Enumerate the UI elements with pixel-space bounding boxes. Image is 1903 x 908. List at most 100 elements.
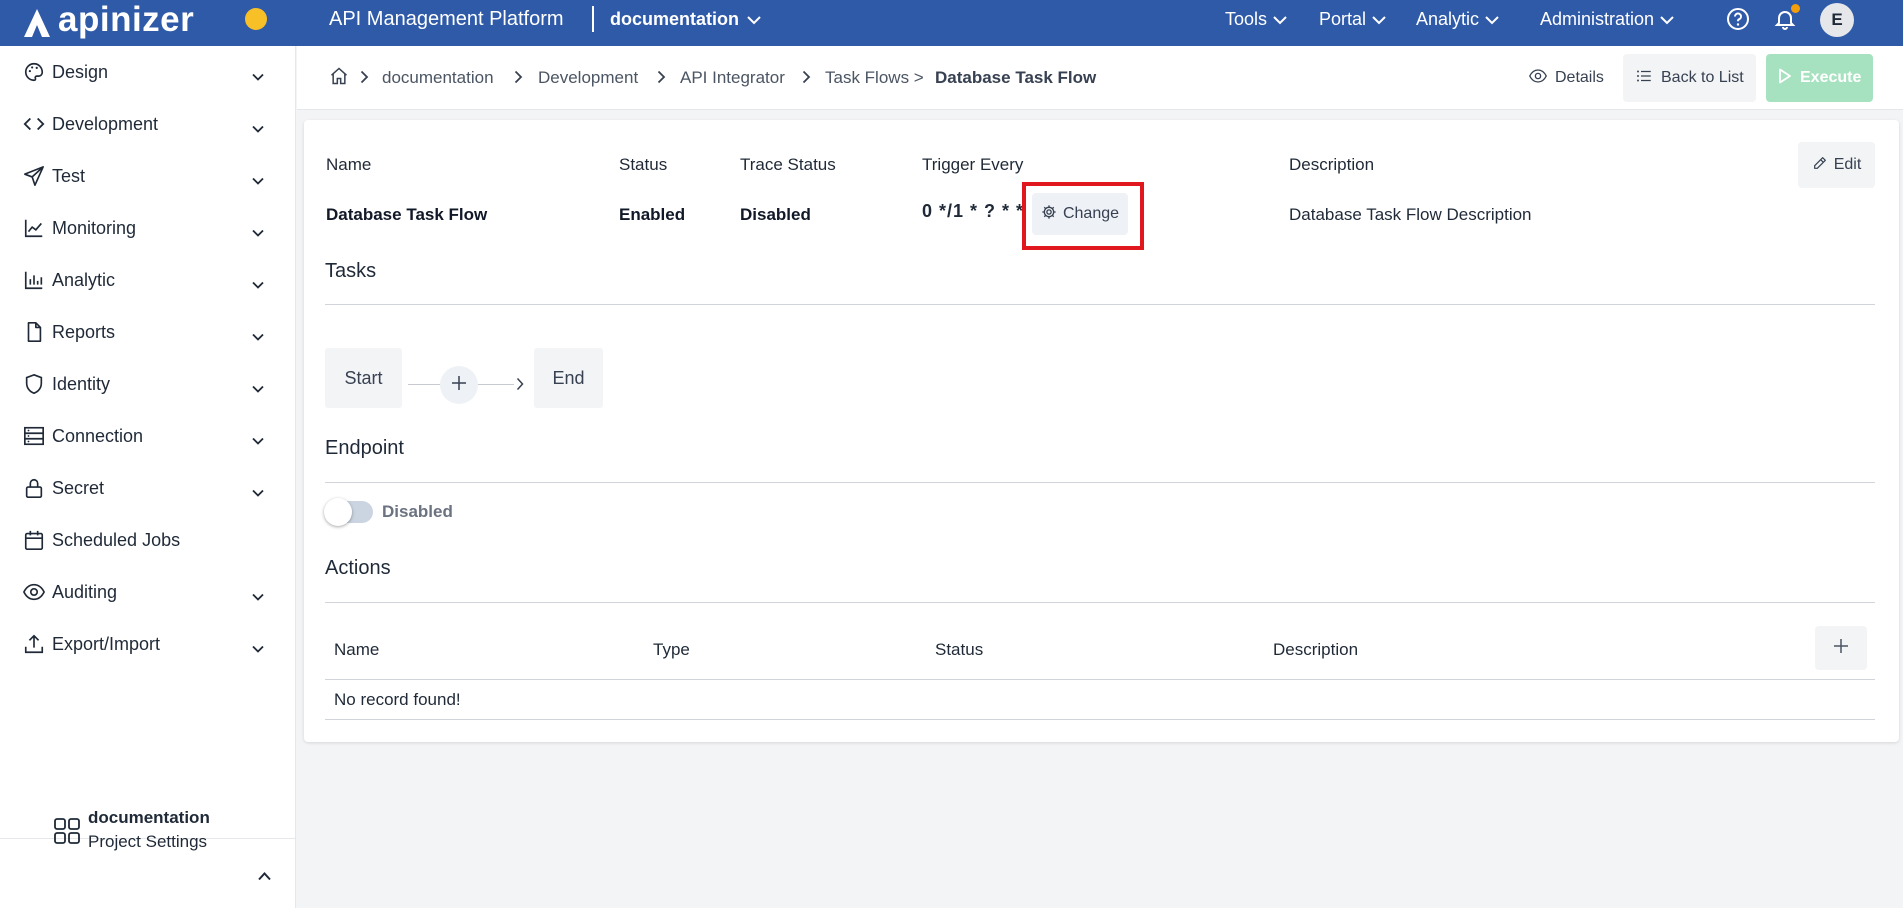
sidebar-item-label: Auditing <box>52 581 118 602</box>
sidebar-item-design[interactable]: Design <box>0 50 296 94</box>
breadcrumb-item[interactable]: API Integrator <box>680 68 785 88</box>
chevron-right-icon <box>802 70 811 89</box>
menu-analytic[interactable]: Analytic <box>1416 9 1499 30</box>
breadcrumb-item[interactable]: documentation <box>382 68 494 88</box>
tasks-divider <box>325 304 1875 305</box>
notification-dot <box>1791 4 1800 13</box>
chevron-down-icon <box>1273 15 1287 25</box>
shield-icon <box>22 372 46 396</box>
sidebar-item-scheduled-jobs[interactable]: Scheduled Jobs <box>0 518 296 562</box>
chevron-down-icon <box>252 273 264 294</box>
execute-button[interactable]: Execute <box>1766 54 1874 102</box>
sidebar-item-label: Secret <box>52 477 105 498</box>
plus-icon <box>1833 638 1849 659</box>
sidebar-item-reports[interactable]: Reports <box>0 310 296 354</box>
change-trigger-button[interactable]: Change <box>1032 193 1128 235</box>
details-button-label: Details <box>1555 69 1604 86</box>
sidebar-item-label: Scheduled Jobs <box>52 529 181 550</box>
avatar[interactable]: E <box>1820 3 1854 37</box>
project-selector[interactable]: documentation <box>610 9 761 30</box>
back-to-list-button[interactable]: Back to List <box>1623 54 1756 102</box>
code-icon <box>22 112 46 136</box>
grid-icon <box>54 818 80 849</box>
execute-button-label: Execute <box>1800 69 1862 86</box>
chevron-down-icon <box>252 481 264 502</box>
menu-administration-label: Administration <box>1540 9 1655 29</box>
menu-portal-label: Portal <box>1319 9 1367 29</box>
taskflow-status: Enabled <box>619 205 686 224</box>
list-icon <box>1635 67 1653 90</box>
column-header-name[interactable]: Name <box>334 640 379 660</box>
chevron-down-icon <box>252 221 264 242</box>
endpoint-toggle[interactable] <box>324 498 373 526</box>
column-header-description[interactable]: Description <box>1273 640 1358 660</box>
sidebar-item-monitoring[interactable]: Monitoring <box>0 206 296 250</box>
chevron-down-icon <box>1372 15 1386 25</box>
sidebar-item-auditing[interactable]: Auditing <box>0 570 296 614</box>
add-task-button[interactable] <box>440 366 478 404</box>
sidebar-item-test[interactable]: Test <box>0 154 296 198</box>
sidebar-item-label: Analytic <box>52 269 116 290</box>
taskflow-name: Database Task Flow <box>326 205 488 224</box>
chevron-down-icon <box>1660 15 1674 25</box>
flow-end-node[interactable]: End <box>534 348 603 408</box>
flow-start-node[interactable]: Start <box>325 348 402 408</box>
sidebar-item-connection[interactable]: Connection <box>0 414 296 458</box>
breadcrumb-item[interactable]: Development <box>538 68 638 88</box>
footer-project-name: documentation <box>88 808 210 827</box>
top-navbar: apinizer API Management Platform documen… <box>0 0 1903 46</box>
brand-logo[interactable]: apinizer <box>22 0 194 46</box>
brand-name: apinizer <box>58 0 195 39</box>
chevron-right-icon <box>516 377 524 396</box>
breadcrumb-item[interactable]: Task Flows > <box>825 68 924 88</box>
file-icon <box>22 320 46 344</box>
breadcrumb-current: Database Task Flow <box>935 68 1097 87</box>
sidebar-item-identity[interactable]: Identity <box>0 362 296 406</box>
sidebar-item-label: Reports <box>52 321 116 342</box>
chevron-down-icon <box>252 325 264 346</box>
menu-portal[interactable]: Portal <box>1319 9 1386 30</box>
edit-button[interactable]: Edit <box>1798 142 1875 188</box>
table-bottom-divider <box>325 719 1875 720</box>
home-icon[interactable] <box>329 66 349 91</box>
eye-icon <box>22 580 46 604</box>
chevron-down-icon <box>1485 15 1499 25</box>
tasks-title: Tasks <box>325 260 377 282</box>
server-icon <box>22 424 46 448</box>
taskflow-description: Database Task Flow Description <box>1289 205 1532 224</box>
empty-table-message: No record found! <box>334 690 461 709</box>
column-header-type[interactable]: Type <box>653 640 690 660</box>
sidebar-item-label: Design <box>52 61 109 82</box>
endpoint-toggle-label: Disabled <box>382 502 453 521</box>
help-icon[interactable] <box>1725 6 1751 32</box>
chevron-up-icon[interactable] <box>258 868 271 886</box>
flow-connector <box>478 384 514 385</box>
lock-icon <box>22 476 46 500</box>
add-action-button[interactable] <box>1815 626 1867 670</box>
chevron-right-icon <box>657 70 666 89</box>
name-label: Name <box>326 155 372 174</box>
back-to-list-label: Back to List <box>1661 69 1744 86</box>
description-label: Description <box>1289 155 1375 174</box>
chevron-down-icon <box>252 377 264 398</box>
chevron-down-icon <box>252 65 264 86</box>
menu-administration[interactable]: Administration <box>1540 9 1674 30</box>
sidebar-item-label: Development <box>52 113 159 134</box>
sidebar-item-development[interactable]: Development <box>0 102 296 146</box>
column-header-status[interactable]: Status <box>935 640 983 660</box>
chevron-right-icon <box>360 70 369 89</box>
menu-tools-label: Tools <box>1225 9 1268 29</box>
menu-tools[interactable]: Tools <box>1225 9 1287 30</box>
actions-title: Actions <box>325 557 391 579</box>
sidebar-item-label: Test <box>52 165 86 186</box>
sidebar-item-analytic[interactable]: Analytic <box>0 258 296 302</box>
chevron-down-icon <box>747 15 761 25</box>
sidebar-item-export-import[interactable]: Export/Import <box>0 622 296 666</box>
sidebar-item-secret[interactable]: Secret <box>0 466 296 510</box>
notification-bell-icon[interactable] <box>1772 4 1800 32</box>
project-selector-label: documentation <box>610 9 739 29</box>
platform-title: API Management Platform <box>329 8 564 30</box>
actions-divider <box>325 602 1875 603</box>
plus-icon <box>451 375 467 396</box>
details-button[interactable]: Details <box>1517 54 1616 102</box>
